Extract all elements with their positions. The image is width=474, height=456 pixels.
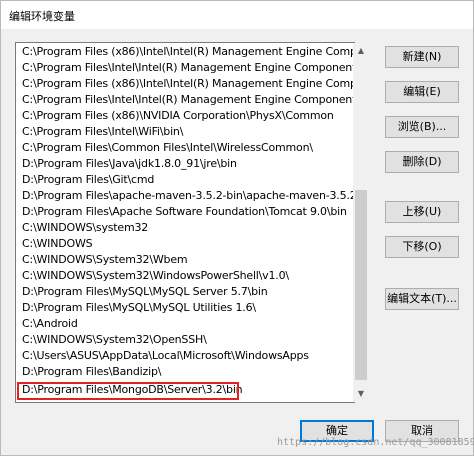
dialog-title: 编辑环境变量 bbox=[9, 10, 75, 23]
arrow-down-icon[interactable]: ▼ bbox=[353, 386, 369, 402]
browse-button[interactable]: 浏览(B)... bbox=[385, 116, 459, 138]
path-list-item[interactable]: C:\WINDOWS\system32 bbox=[22, 220, 148, 236]
path-list-item[interactable]: C:\WINDOWS\System32\WindowsPowerShell\v1… bbox=[22, 268, 289, 284]
path-list-item[interactable]: C:\Program Files\Intel\Intel(R) Manageme… bbox=[22, 60, 354, 76]
path-list-item[interactable]: D:\Program Files\Git\cmd bbox=[22, 172, 154, 188]
path-list-item[interactable]: D:\Program Files\Bandizip\ bbox=[22, 364, 161, 380]
edit-button[interactable]: 编辑(E) bbox=[385, 81, 459, 103]
path-list-item[interactable]: C:\Program Files\Intel\Intel(R) Manageme… bbox=[22, 92, 354, 108]
path-list[interactable]: C:\Program Files (x86)\Intel\Intel(R) Ma… bbox=[15, 42, 355, 403]
scroll-thumb[interactable] bbox=[355, 190, 367, 380]
path-list-item[interactable]: D:\Program Files\MySQL\MySQL Server 5.7\… bbox=[22, 284, 268, 300]
path-list-item[interactable]: C:\Program Files (x86)\Intel\Intel(R) Ma… bbox=[22, 76, 354, 92]
path-list-item[interactable]: C:\WINDOWS\System32\Wbem bbox=[22, 252, 188, 268]
delete-button[interactable]: 删除(D) bbox=[385, 151, 459, 173]
watermark-url: https://blog.csdn.net/qq_30081859 bbox=[277, 437, 474, 448]
path-list-item[interactable]: C:\Program Files (x86)\Intel\Intel(R) Ma… bbox=[22, 44, 354, 60]
path-list-item[interactable]: C:\Program Files\Intel\WiFi\bin\ bbox=[22, 124, 183, 140]
path-list-item[interactable]: D:\Program Files\apache-maven-3.5.2-bin\… bbox=[22, 188, 354, 204]
path-list-item[interactable]: D:\Program Files\Apache Software Foundat… bbox=[22, 204, 347, 220]
title-bar: 编辑环境变量 bbox=[1, 1, 473, 29]
edit-env-var-dialog: 编辑环境变量 C:\Program Files (x86)\Intel\Inte… bbox=[0, 0, 474, 456]
list-scrollbar[interactable]: ▲ ▼ bbox=[353, 43, 369, 402]
path-list-item[interactable]: D:\Program Files\MySQL\MySQL Utilities 1… bbox=[22, 300, 256, 316]
move-up-button[interactable]: 上移(U) bbox=[385, 201, 459, 223]
new-button[interactable]: 新建(N) bbox=[385, 46, 459, 68]
arrow-up-icon[interactable]: ▲ bbox=[353, 43, 369, 59]
path-list-item[interactable]: C:\WINDOWS\System32\OpenSSH\ bbox=[22, 332, 207, 348]
path-list-item[interactable]: C:\Program Files\Common Files\Intel\Wire… bbox=[22, 140, 313, 156]
path-list-item[interactable]: C:\Users\ASUS\AppData\Local\Microsoft\Wi… bbox=[22, 348, 309, 364]
selection-highlight-box bbox=[17, 382, 239, 400]
edit-text-button[interactable]: 编辑文本(T)... bbox=[385, 288, 459, 310]
move-down-button[interactable]: 下移(O) bbox=[385, 236, 459, 258]
path-list-item[interactable]: C:\Program Files (x86)\NVIDIA Corporatio… bbox=[22, 108, 334, 124]
path-list-item[interactable]: D:\Program Files\Java\jdk1.8.0_91\jre\bi… bbox=[22, 156, 237, 172]
path-list-item[interactable]: C:\Android bbox=[22, 316, 78, 332]
path-list-item[interactable]: C:\WINDOWS bbox=[22, 236, 93, 252]
